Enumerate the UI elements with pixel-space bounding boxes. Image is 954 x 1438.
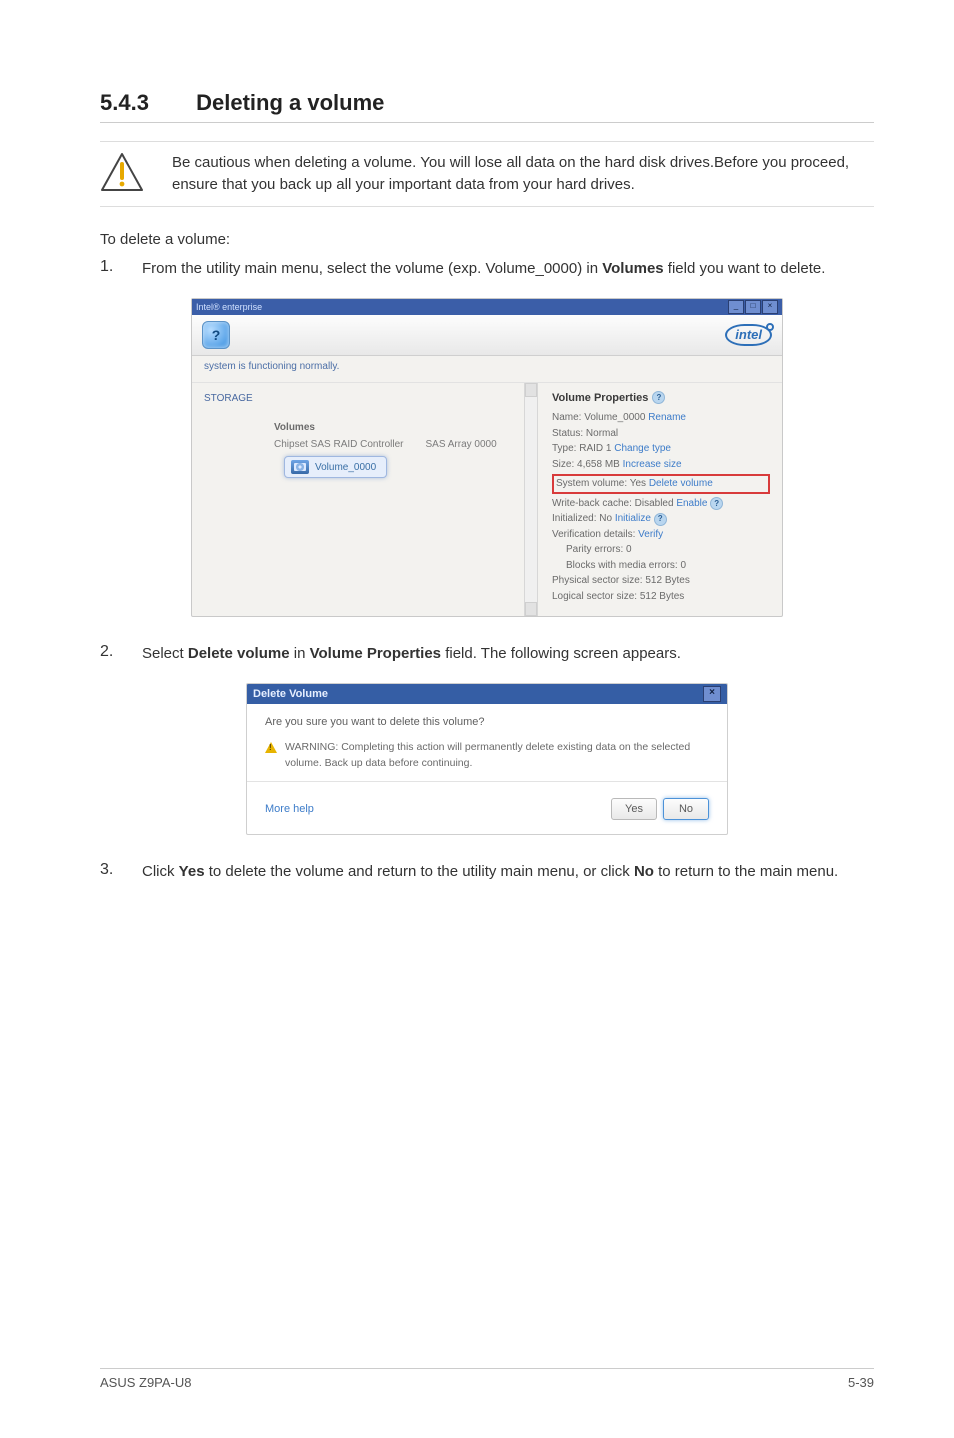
dialog-close-button[interactable]: × — [703, 686, 721, 702]
prop-verification: Verification details: Verify — [552, 527, 770, 543]
dialog-titlebar: Delete Volume × — [247, 684, 727, 704]
delete-volume-highlight: System volume: Yes Delete volume — [552, 474, 770, 494]
yes-button[interactable]: Yes — [611, 798, 657, 820]
step-num: 1. — [100, 258, 118, 280]
verify-link[interactable]: Verify — [638, 529, 663, 540]
step-1-text: From the utility main menu, select the v… — [142, 258, 874, 280]
caution-block: Be cautious when deleting a volume. You … — [100, 141, 874, 207]
window-titlebar: Intel® enterprise _ □ × — [192, 299, 782, 315]
volume-chip[interactable]: Volume_0000 — [284, 456, 387, 478]
prop-parity: Parity errors: 0 — [552, 542, 770, 558]
volume-icon — [291, 460, 309, 474]
minimize-button[interactable]: _ — [728, 300, 744, 314]
intro-text: To delete a volume: — [100, 229, 874, 251]
prop-writeback: Write-back cache: Disabled Enable ? — [552, 496, 770, 512]
step-1: 1. From the utility main menu, select th… — [100, 258, 874, 280]
section-title: Deleting a volume — [196, 90, 384, 115]
volumes-heading: Volumes — [274, 422, 514, 433]
storage-label: STORAGE — [204, 393, 514, 404]
properties-pane: Volume Properties ? Name: Volume_0000 Re… — [538, 383, 782, 616]
increase-size-link[interactable]: Increase size — [623, 459, 682, 470]
prop-physical-sector: Physical sector size: 512 Bytes — [552, 573, 770, 589]
section-number: 5.4.3 — [100, 90, 190, 116]
footer-left: ASUS Z9PA-U8 — [100, 1375, 192, 1390]
dialog-title: Delete Volume — [253, 688, 328, 700]
maximize-button[interactable]: □ — [745, 300, 761, 314]
more-help-link[interactable]: More help — [265, 803, 314, 815]
sas-array-label: SAS Array 0000 — [426, 439, 497, 450]
heading-rule — [100, 122, 874, 123]
scrollbar[interactable] — [524, 383, 538, 616]
status-text: system is functioning normally. — [192, 356, 782, 383]
help-q-icon[interactable]: ? — [710, 497, 723, 510]
prop-logical-sector: Logical sector size: 512 Bytes — [552, 589, 770, 605]
help-q-icon[interactable]: ? — [652, 391, 665, 404]
properties-heading: Volume Properties ? — [552, 391, 770, 404]
prop-system-volume: System volume: Yes Delete volume — [556, 476, 766, 492]
step-3-text: Click Yes to delete the volume and retur… — [142, 861, 874, 883]
rename-link[interactable]: Rename — [648, 412, 686, 423]
delete-volume-link[interactable]: Delete volume — [649, 478, 713, 489]
no-button[interactable]: No — [663, 798, 709, 820]
dialog-question: Are you sure you want to delete this vol… — [265, 716, 709, 728]
warning-icon — [265, 742, 277, 753]
step-2: 2. Select Delete volume in Volume Proper… — [100, 643, 874, 665]
page-footer: ASUS Z9PA-U8 5-39 — [100, 1368, 874, 1390]
initialize-link[interactable]: Initialize — [615, 513, 651, 524]
prop-status: Status: Normal — [552, 426, 770, 442]
prop-blocks: Blocks with media errors: 0 — [552, 558, 770, 574]
caution-icon — [100, 152, 144, 192]
step-num: 2. — [100, 643, 118, 665]
step-2-text: Select Delete volume in Volume Propertie… — [142, 643, 874, 665]
step-3: 3. Click Yes to delete the volume and re… — [100, 861, 874, 883]
prop-type: Type: RAID 1 Change type — [552, 441, 770, 457]
window-title: Intel® enterprise — [196, 302, 262, 312]
close-button[interactable]: × — [762, 300, 778, 314]
footer-right: 5-39 — [848, 1375, 874, 1390]
section-heading: 5.4.3 Deleting a volume — [100, 90, 874, 116]
help-icon[interactable]: ? — [202, 321, 230, 349]
help-q-icon[interactable]: ? — [654, 513, 667, 526]
dialog-warning: WARNING: Completing this action will per… — [265, 740, 709, 772]
screenshot-volume-properties: Intel® enterprise _ □ × ? intel system i… — [191, 298, 783, 617]
window-toolbar: ? intel — [192, 315, 782, 356]
dialog-separator — [247, 781, 727, 782]
prop-initialized: Initialized: No Initialize ? — [552, 511, 770, 527]
caution-text: Be cautious when deleting a volume. You … — [172, 152, 874, 196]
enable-wb-link[interactable]: Enable — [676, 498, 707, 509]
intel-logo: intel — [725, 324, 772, 346]
step-num: 3. — [100, 861, 118, 883]
screenshot-delete-dialog: Delete Volume × Are you sure you want to… — [246, 683, 728, 836]
dialog-warning-text: WARNING: Completing this action will per… — [285, 740, 709, 772]
volume-chip-label: Volume_0000 — [315, 462, 376, 473]
prop-name: Name: Volume_0000 Rename — [552, 410, 770, 426]
prop-size: Size: 4,658 MB Increase size — [552, 457, 770, 473]
volumes-pane: STORAGE Volumes Chipset SAS RAID Control… — [192, 383, 524, 616]
controller-label: Chipset SAS RAID Controller — [274, 439, 404, 450]
change-type-link[interactable]: Change type — [614, 443, 671, 454]
